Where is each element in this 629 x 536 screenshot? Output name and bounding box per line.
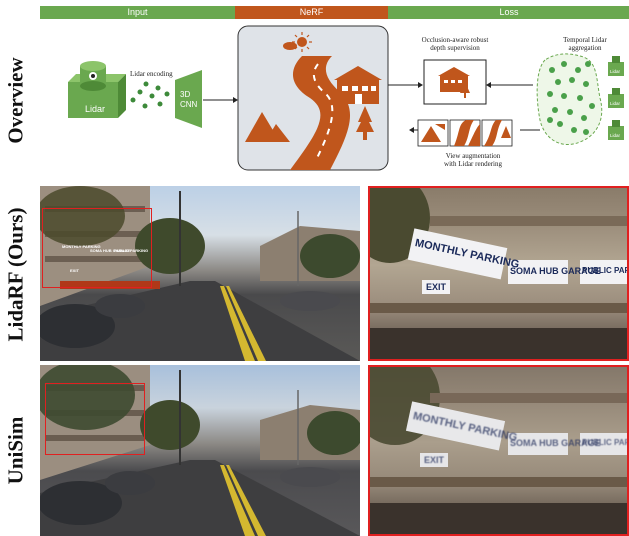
overview-diagram: Lidar Lidar encoding 3D CNN Occlusion-aw… <box>68 25 624 171</box>
overview-row-label: Overview <box>3 57 28 144</box>
cnn-label-line1: 3D <box>180 90 190 99</box>
lidarf-sign-exit: EXIT <box>426 282 447 292</box>
lidar-small-label-2: Lidar <box>610 101 621 106</box>
occlusion-label-line1: Occlusion-aware robust <box>422 36 489 44</box>
temporal-lidar-cloud <box>536 53 603 145</box>
lidarf-row-label: LidaRF (Ours) <box>3 207 28 342</box>
unisim-sign-public: PUBLIC PARKING <box>582 438 629 447</box>
unisim-crop-box <box>45 383 145 455</box>
lidar-encoding-label: Lidar encoding <box>130 70 173 78</box>
lidar-points-icon <box>130 81 170 109</box>
occlusion-label-line2: depth supervision <box>430 44 480 52</box>
lidarf-crop-image: MONTHLY PARKING SOMA HUB GARAGE PUBLIC P… <box>368 186 629 361</box>
view-aug-label-line2: with Lidar rendering <box>444 160 502 168</box>
lidar-box-label: Lidar <box>85 104 105 114</box>
lidarf-sign-public: PUBLIC PARKING <box>582 266 629 275</box>
nerf-header-bar: NeRF <box>235 6 388 19</box>
sun-icon <box>292 32 312 52</box>
lidar-small-label-3: Lidar <box>610 133 621 138</box>
unisim-sign-exit: EXIT <box>424 455 445 465</box>
view-aug-label-line1: View augmentation <box>446 152 501 160</box>
temporal-label-line1: Temporal Lidar <box>563 36 607 44</box>
cloud-icon <box>283 42 297 50</box>
cnn-label-line2: CNN <box>180 100 198 109</box>
unisim-row-label: UniSim <box>3 416 28 485</box>
temporal-label-line2: aggregation <box>568 44 602 52</box>
view-augmentation-images <box>417 119 513 147</box>
cnn-block <box>175 70 202 128</box>
input-header-bar: Input <box>40 6 235 19</box>
lidar-small-label-1: Lidar <box>610 69 621 74</box>
loss-header-bar: Loss <box>388 6 629 19</box>
lidarf-street-image: MONTHLY PARKING SOMA HUB GARAGE PUBLIC P… <box>40 186 360 361</box>
lidarf-crop-box <box>42 208 152 288</box>
unisim-street-image <box>40 365 360 536</box>
unisim-crop-image: MONTHLY PARKING SOMA HUB GARAGE PUBLIC P… <box>368 365 629 536</box>
